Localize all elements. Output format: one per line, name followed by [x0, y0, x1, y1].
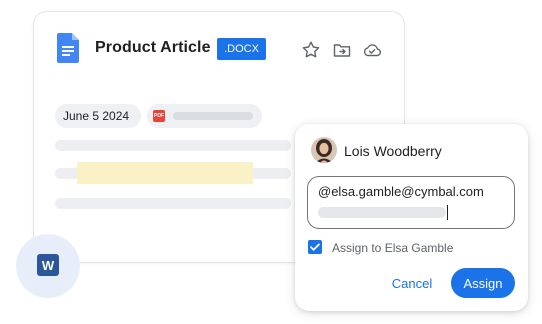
email-input-placeholder-bar	[318, 207, 446, 218]
document-title: Product Article	[95, 39, 211, 56]
assign-checkbox[interactable]	[308, 240, 322, 254]
assign-button[interactable]: Assign	[451, 268, 515, 298]
pdf-icon: PDF	[153, 110, 165, 122]
text-highlight	[77, 162, 253, 184]
cancel-button[interactable]: Cancel	[383, 268, 441, 298]
pdf-attachment-chip[interactable]: PDF	[147, 104, 262, 128]
text-line-placeholder	[55, 140, 291, 151]
avatar	[311, 137, 337, 163]
doc-icon	[57, 33, 79, 63]
date-chip[interactable]: June 5 2024	[55, 104, 141, 128]
star-icon[interactable]	[301, 40, 321, 60]
format-badge: .DOCX	[217, 38, 266, 60]
cloud-done-icon[interactable]	[362, 40, 382, 60]
word-icon: W	[37, 254, 59, 276]
pdf-filename-placeholder	[173, 112, 253, 120]
email-input-value: @elsa.gamble@cymbal.com	[318, 184, 484, 199]
checkmark-icon	[310, 243, 320, 251]
text-cursor	[447, 205, 448, 220]
text-line-placeholder	[55, 198, 291, 209]
move-to-folder-icon[interactable]	[332, 40, 352, 60]
assign-checkbox-label: Assign to Elsa Gamble	[332, 241, 454, 255]
assignee-name: Lois Woodberry	[344, 143, 442, 159]
